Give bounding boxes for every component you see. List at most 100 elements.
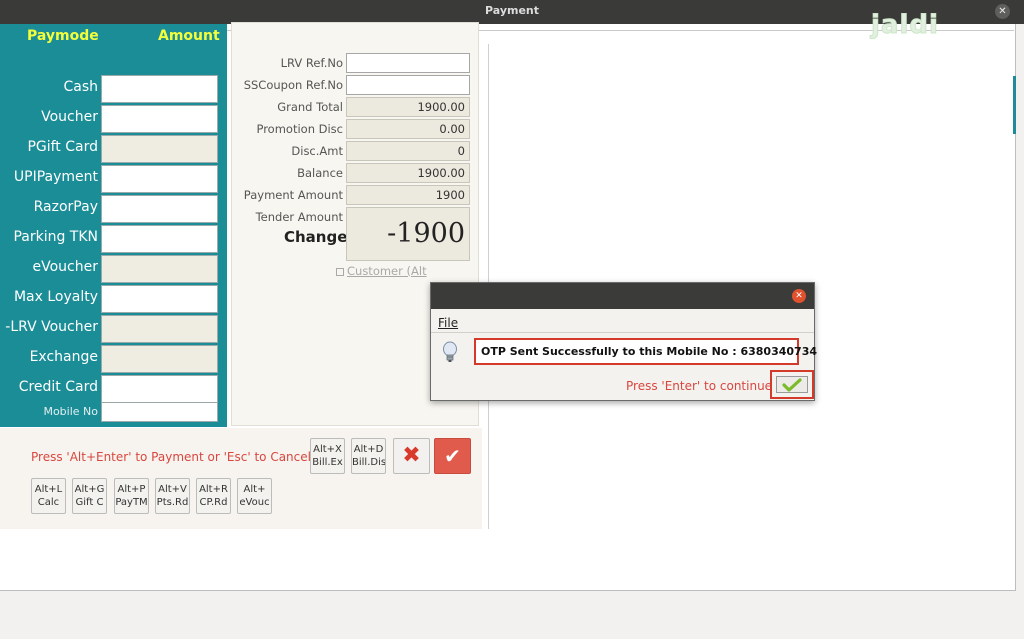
paymode-amount-field[interactable] — [101, 375, 218, 403]
sscoupon-field[interactable] — [346, 75, 470, 95]
paymode-amount-field — [101, 135, 218, 163]
promotion-value: 0.00 — [346, 119, 470, 139]
paymode-amount-field[interactable] — [101, 105, 218, 133]
mobile-field[interactable] — [101, 402, 218, 422]
dialog-ok-button[interactable] — [770, 370, 814, 399]
mobile-label: Mobile No — [43, 405, 98, 418]
otp-dialog: ✕ File OTP Sent Successfully to this Mob… — [430, 282, 817, 401]
dialog-menu-file[interactable]: File — [438, 316, 458, 330]
shortcut-label: CP.Rd — [199, 497, 228, 508]
brand-watermark: jaldi — [871, 10, 939, 41]
disc-amt-row: Disc.Amt 0 — [232, 141, 480, 161]
payment-amount-label: Payment Amount — [243, 188, 343, 202]
amount-header: Amount — [158, 28, 220, 44]
shortcut-button[interactable]: Alt+L Calc — [31, 478, 66, 514]
promotion-label: Promotion Disc — [256, 122, 343, 136]
paymode-row: UPIPayment — [0, 165, 227, 193]
paymode-label: UPIPayment — [13, 169, 98, 185]
shortcut-key: Alt+L — [34, 484, 63, 495]
continue-hint: Press 'Enter' to continue — [626, 379, 773, 393]
paymode-amount-field — [101, 345, 218, 373]
paymode-row: PGift Card — [0, 135, 227, 163]
shortcut-button[interactable]: Alt+D Bill.Dis — [351, 438, 386, 474]
paymode-label: Parking TKN — [13, 229, 98, 245]
scrollbar-thumb[interactable] — [1013, 76, 1016, 134]
action-bar: Press 'Alt+Enter' to Payment or 'Esc' to… — [0, 428, 482, 529]
shortcut-button[interactable]: Alt+ eVouc — [237, 478, 272, 514]
dialog-title-bar: ✕ — [431, 283, 814, 309]
checkmark-icon — [782, 378, 802, 392]
shortcut-key: Alt+D — [353, 444, 384, 455]
window-close-icon[interactable]: ✕ — [995, 4, 1010, 19]
shortcut-label: PayTM — [115, 497, 148, 508]
paymode-header: Paymode — [27, 28, 99, 44]
sscoupon-row: SSCoupon Ref.No — [232, 75, 480, 95]
checkmark-icon: ✔ — [444, 444, 461, 468]
disc-amt-value: 0 — [346, 141, 470, 161]
shortcut-label: Gift C — [75, 497, 104, 508]
paymode-label: Cash — [63, 79, 98, 95]
payment-amount-value: 1900 — [346, 185, 470, 205]
lrv-row: LRV Ref.No — [232, 53, 480, 73]
shortcut-key: Alt+X — [313, 444, 342, 455]
dialog-close-icon[interactable]: ✕ — [792, 289, 806, 303]
paymode-amount-field — [101, 255, 218, 283]
paymode-row: Parking TKN — [0, 225, 227, 253]
shortcut-key: Alt+P — [117, 484, 146, 495]
paymode-row: Exchange — [0, 345, 227, 373]
shortcut-label: eVouc — [239, 497, 270, 508]
paymode-label: Credit Card — [18, 379, 98, 395]
window-title: Payment — [484, 4, 540, 17]
shortcut-button[interactable]: Alt+R CP.Rd — [196, 478, 231, 514]
paymode-row: Cash — [0, 75, 227, 103]
shortcut-key: Alt+V — [158, 484, 187, 495]
paymode-label: -LRV Voucher — [5, 319, 98, 335]
shortcut-button[interactable]: Alt+V Pts.Rd — [155, 478, 190, 514]
dialog-ok-inner[interactable] — [776, 376, 808, 393]
dialog-divider — [431, 332, 814, 333]
shortcut-label: Bill.Ex — [312, 457, 343, 468]
lrv-field[interactable] — [346, 53, 470, 73]
balance-label: Balance — [297, 166, 343, 180]
change-value: -1900 — [346, 207, 470, 261]
paymode-row: RazorPay — [0, 195, 227, 223]
cancel-button[interactable]: ✖ — [393, 438, 430, 474]
shortcut-button[interactable]: Alt+X Bill.Ex — [310, 438, 345, 474]
balance-row: Balance 1900.00 — [232, 163, 480, 183]
paymode-amount-field[interactable] — [101, 75, 218, 103]
paymode-label: PGift Card — [27, 139, 98, 155]
paymode-label: Max Loyalty — [13, 289, 98, 305]
paymode-amount-field — [101, 315, 218, 343]
grand-total-label: Grand Total — [277, 100, 343, 114]
paymode-amount-field[interactable] — [101, 225, 218, 253]
paymode-amount-field[interactable] — [101, 165, 218, 193]
otp-message: OTP Sent Successfully to this Mobile No … — [474, 338, 817, 365]
promotion-row: Promotion Disc 0.00 — [232, 119, 480, 139]
shortcut-key: Alt+ — [243, 484, 266, 495]
paymode-row: Voucher — [0, 105, 227, 133]
cross-icon: ✖ — [402, 443, 421, 468]
grand-total-row: Grand Total 1900.00 — [232, 97, 480, 117]
payment-hint: Press 'Alt+Enter' to Payment or 'Esc' to… — [31, 450, 311, 464]
sscoupon-label: SSCoupon Ref.No — [243, 78, 343, 92]
shortcut-button[interactable]: Alt+G Gift C — [72, 478, 107, 514]
customer-checkbox[interactable]: Customer (Alt — [336, 264, 427, 278]
shortcut-key: Alt+G — [74, 484, 105, 495]
checkbox-icon[interactable] — [336, 267, 344, 276]
grand-total-value: 1900.00 — [346, 97, 470, 117]
customer-label: Customer (Alt — [347, 264, 427, 278]
lrv-label: LRV Ref.No — [280, 56, 343, 70]
shortcut-label: Bill.Dis — [352, 457, 386, 468]
shortcut-label: Pts.Rd — [156, 497, 189, 508]
paymode-amount-field[interactable] — [101, 195, 218, 223]
paymode-label: RazorPay — [33, 199, 98, 215]
shortcut-label: Calc — [37, 497, 60, 508]
paymode-amount-field[interactable] — [101, 285, 218, 313]
shortcut-key: Alt+R — [199, 484, 228, 495]
paymode-label: Voucher — [41, 109, 98, 125]
confirm-payment-button[interactable]: ✔ — [434, 438, 471, 474]
shortcut-button[interactable]: Alt+P PayTM — [114, 478, 149, 514]
balance-value: 1900.00 — [346, 163, 470, 183]
menu-file-label: File — [438, 316, 459, 330]
paymode-label: Exchange — [29, 349, 98, 365]
